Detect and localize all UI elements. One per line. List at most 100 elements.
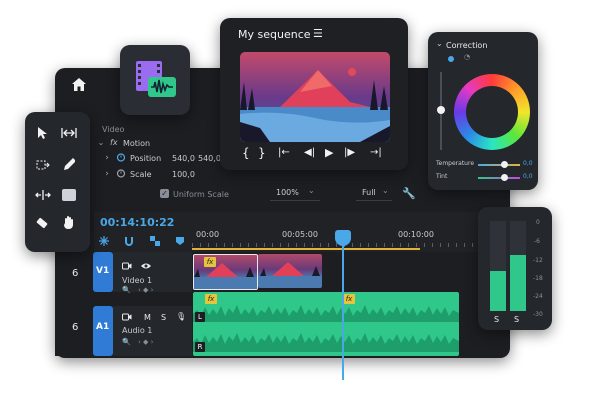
tools-panel [25,112,90,252]
meter-scale-label: -18 [533,275,543,282]
meter-level-left [490,270,506,311]
marker-icon[interactable] [174,235,186,247]
color-wheel-slider-thumb[interactable] [437,106,445,114]
playhead-line [341,244,344,380]
chevron-down-icon[interactable]: ⌄ [436,39,443,48]
ripple-edit-tool-icon[interactable] [61,127,77,139]
keyframe-nav-icon[interactable]: ‹ ◆ › [138,338,153,346]
audio-track-id: A1 [96,322,110,332]
menu-icon[interactable]: ☰ [313,27,323,40]
quality-value: Full [362,188,376,197]
tint-slider-thumb[interactable] [500,174,508,181]
magnet-icon[interactable] [123,235,135,247]
razor-tool-icon[interactable] [35,216,49,230]
video-track-target[interactable]: V1 [93,252,113,292]
color-wheel-mode-icon[interactable] [448,56,454,62]
stopwatch-icon[interactable] [116,168,126,178]
tint-label: Tint [436,173,448,180]
camera-icon[interactable] [122,313,132,321]
track-zoom-icon[interactable]: 🔍 [122,338,131,346]
hand-tool-icon[interactable] [62,215,76,230]
effects-group-label: Motion [123,139,151,148]
timecode[interactable]: 00:14:10:22 [100,216,174,229]
preview-image [240,52,390,142]
step-forward-button[interactable]: |▶ [344,147,355,158]
scale-value[interactable]: 100,0 [172,170,195,179]
mute-button[interactable]: M [144,313,151,322]
work-area-bar[interactable] [192,248,420,250]
uniform-scale-checkbox[interactable]: ✓ [160,189,169,198]
tint-slider[interactable] [478,174,520,181]
scale-label: Scale [130,170,152,179]
ruler-label: 00:05:00 [282,230,318,239]
quality-select[interactable]: Full ⌄ [356,186,392,201]
solo-left-button[interactable]: S [494,315,499,324]
monitor-viewport[interactable] [240,52,390,142]
timeline-ruler[interactable]: 00:00 00:05:00 00:10:00 [192,228,510,250]
chevron-right-icon[interactable]: › [103,169,111,179]
position-x-value[interactable]: 540,0 [172,154,195,163]
ruler-label: 00:10:00 [398,230,434,239]
media-app-icon-panel[interactable] [120,45,190,115]
home-icon [72,78,86,91]
checkmark-icon: ✓ [161,189,168,198]
position-y-value[interactable]: 540,0 [198,154,221,163]
track-zoom-icon[interactable]: 🔍 [122,286,131,294]
temperature-slider[interactable] [478,161,520,168]
meter-scale-label: 0 [536,219,540,226]
tint-value[interactable]: 0,0 [523,173,533,180]
zoom-select[interactable]: 100% ⌄ [270,186,320,201]
video-clip[interactable]: fx [193,254,258,290]
go-to-out-button[interactable]: →| [370,147,382,158]
video-track-name: Video 1 [122,276,153,285]
chevron-down-icon[interactable]: ⌄ [97,138,105,147]
playhead[interactable] [334,230,351,380]
wrench-icon[interactable]: 🔧 [402,186,416,200]
eye-icon[interactable] [140,262,152,270]
correction-panel: ⌄ Correction ◔ Temperature 0,0 Tint 0,0 [428,32,538,190]
snap-icon[interactable] [98,235,110,247]
clip-thumbnail [258,262,322,288]
media-clip-icon [136,61,176,97]
play-button[interactable]: ▶ [325,146,333,159]
chevron-right-icon[interactable]: › [103,153,111,163]
correction-title: Correction [446,41,488,50]
audio-track-target[interactable]: A1 [93,306,113,356]
solo-right-button[interactable]: S [514,315,519,324]
temperature-slider-thumb[interactable] [500,161,508,168]
step-back-button[interactable]: ◀| [304,147,315,158]
temperature-value[interactable]: 0,0 [523,160,533,167]
keyframe-nav-icon[interactable]: ‹ ◆ › [138,286,153,294]
selection-tool-icon[interactable] [37,126,49,140]
rectangle-tool-icon[interactable] [62,189,76,201]
go-to-in-button[interactable]: |← [278,147,290,158]
audio-track-number-label: 6 [72,322,79,333]
video-track-id: V1 [96,266,110,276]
color-wheel-slider-track[interactable] [437,72,445,150]
mark-out-button[interactable]: } [258,146,266,160]
linked-selection-icon[interactable] [149,235,161,247]
chevron-down-icon: ⌄ [382,186,389,195]
audio-clip[interactable]: fx fx L R [193,292,459,356]
fx-badge[interactable]: fx [205,294,217,304]
audio-track-name: Audio 1 [122,326,153,335]
color-wheel[interactable] [454,74,530,150]
slip-tool-icon[interactable] [35,189,51,201]
position-label: Position [130,154,162,163]
fx-badge[interactable]: fx [204,257,216,267]
camera-icon[interactable] [122,262,132,270]
track-select-tool-icon[interactable] [36,159,50,171]
solo-button[interactable]: S [161,313,166,322]
microphone-icon[interactable]: 🎙 [176,312,186,321]
effects-section-label: Video [102,125,125,134]
video-track-number-label: 6 [72,268,79,279]
chevron-down-icon: ⌄ [308,186,315,195]
color-balance-mode-icon[interactable]: ◔ [464,53,470,61]
meter-scale-label: -6 [534,238,540,245]
home-button[interactable] [68,74,90,96]
video-clip[interactable] [258,254,322,288]
mark-in-button[interactable]: { [242,146,250,160]
ruler-label: 00:00 [196,230,220,239]
pen-tool-icon[interactable] [63,157,75,171]
stopwatch-icon[interactable] [116,152,126,162]
